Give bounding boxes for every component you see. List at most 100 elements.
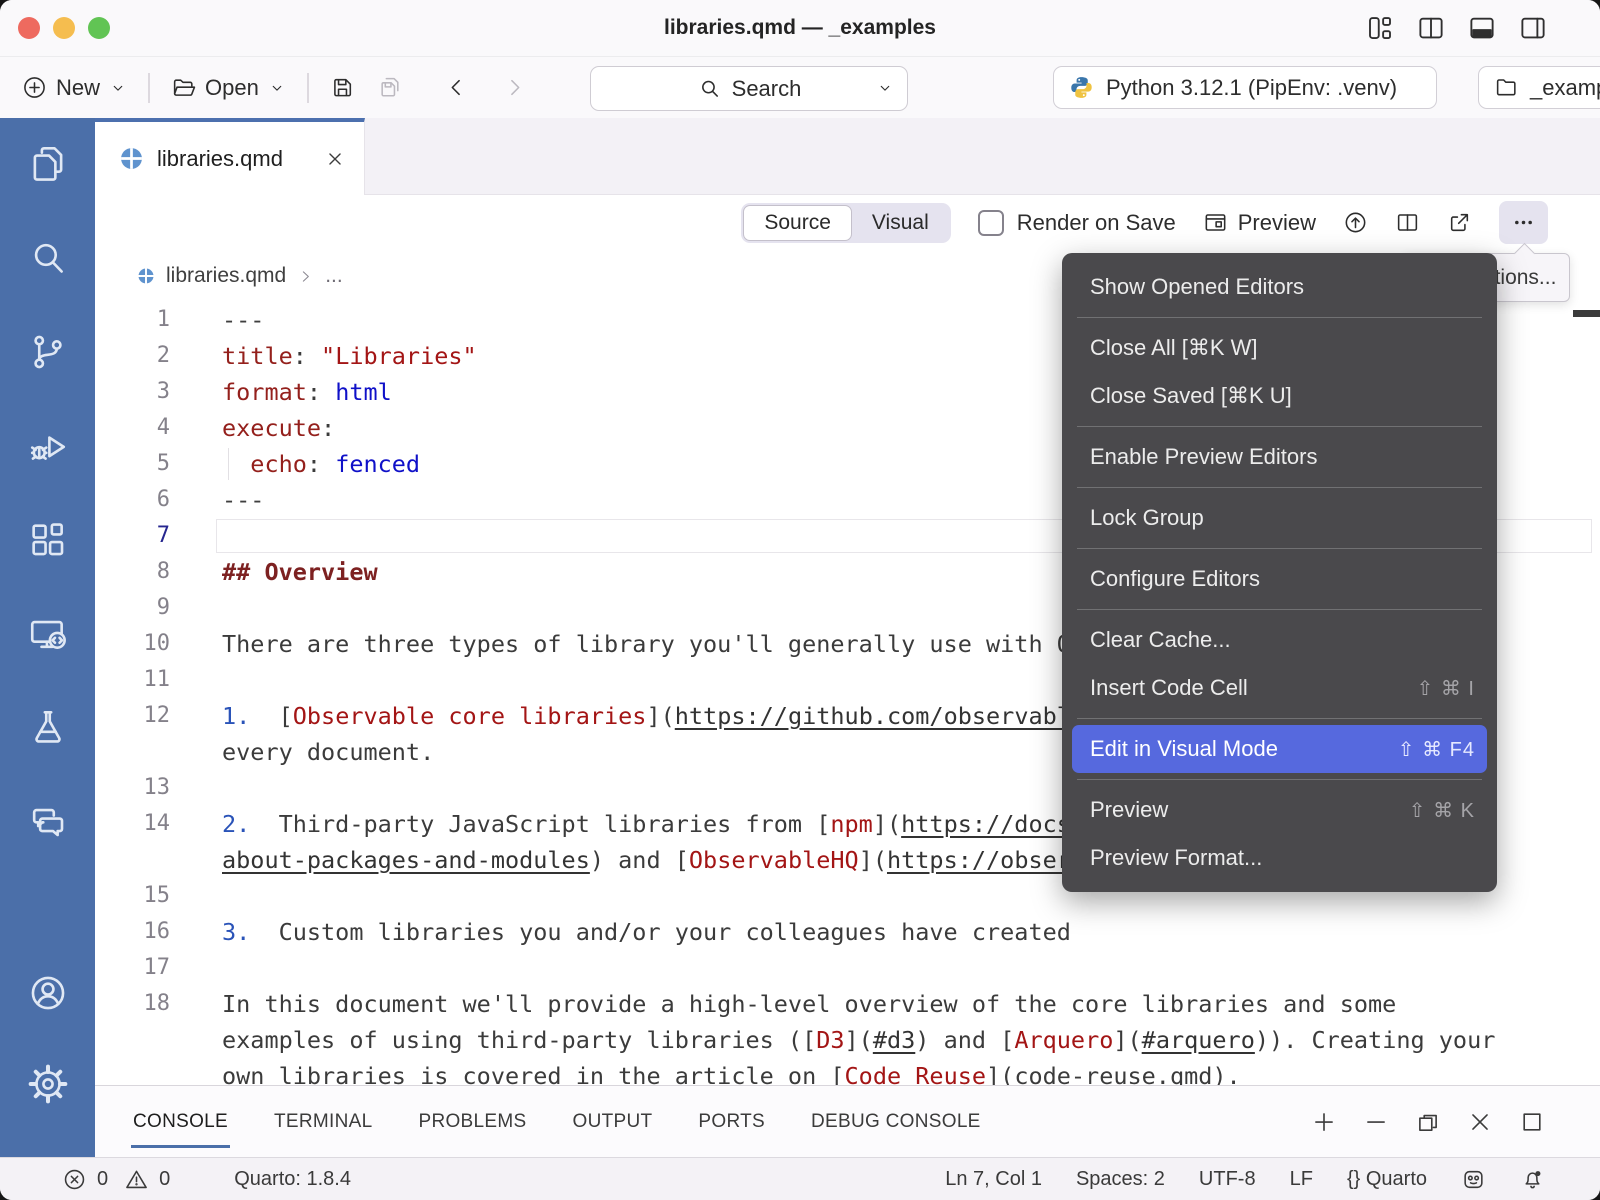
code-line[interactable]: examples of using third-party libraries … xyxy=(95,1022,1600,1058)
code-token: In this document we'll provide a high-le… xyxy=(222,990,1396,1018)
code-token: : xyxy=(307,378,335,406)
visual-mode-button[interactable]: Visual xyxy=(852,205,949,241)
menu-item-label: Close Saved [⌘K U] xyxy=(1090,383,1292,409)
error-icon[interactable] xyxy=(62,1167,87,1192)
line-number: 8 xyxy=(95,554,170,590)
menu-item[interactable]: Close All [⌘K W] xyxy=(1062,324,1497,372)
open-external-icon[interactable] xyxy=(1447,210,1472,235)
panel-tab-output[interactable]: OUTPUT xyxy=(572,1086,652,1157)
code-line[interactable]: 18In this document we'll provide a high-… xyxy=(95,986,1600,1022)
menu-item[interactable]: Insert Code Cell⇧ ⌘ I xyxy=(1062,664,1497,712)
code-line[interactable]: 163. Custom libraries you and/or your co… xyxy=(95,914,1600,950)
run-and-debug-icon[interactable] xyxy=(27,425,69,467)
code-token: code-reuse.qmd xyxy=(1014,1062,1212,1085)
menu-item[interactable]: Preview Format... xyxy=(1062,834,1497,882)
warning-count[interactable]: 0 xyxy=(159,1168,170,1191)
menu-item[interactable]: Edit in Visual Mode⇧ ⌘ F4 xyxy=(1072,725,1487,773)
code-token: : xyxy=(293,342,321,370)
split-editor-layout-icon[interactable] xyxy=(1416,13,1446,43)
source-control-icon[interactable] xyxy=(27,331,69,373)
plus-circle-icon xyxy=(22,75,47,100)
error-count[interactable]: 0 xyxy=(97,1168,108,1191)
minimize-panel-button[interactable] xyxy=(1363,1109,1389,1135)
panel-tab-debug-console[interactable]: DEBUG CONSOLE xyxy=(811,1086,981,1157)
cursor-position[interactable]: Ln 7, Col 1 xyxy=(945,1168,1042,1191)
code-line[interactable]: own libraries is covered in the article … xyxy=(95,1058,1600,1085)
comments-icon[interactable] xyxy=(27,801,69,843)
search-icon[interactable] xyxy=(27,237,69,279)
editor-tab-strip: libraries.qmd xyxy=(95,118,1600,195)
toolbar-divider xyxy=(307,73,309,103)
testing-flask-icon[interactable] xyxy=(27,707,69,749)
editor-tab-libraries[interactable]: libraries.qmd xyxy=(95,118,365,195)
explorer-icon[interactable] xyxy=(27,143,69,185)
menu-item[interactable]: Configure Editors xyxy=(1062,555,1497,603)
workspace-selector[interactable]: _examples xyxy=(1478,66,1600,109)
code-token: execute xyxy=(222,414,321,442)
publish-icon[interactable] xyxy=(1343,210,1368,235)
account-icon[interactable] xyxy=(27,972,69,1014)
toggle-secondary-sidebar-icon[interactable] xyxy=(1518,13,1548,43)
toggle-panel-icon[interactable] xyxy=(1467,13,1497,43)
panel-tab-terminal[interactable]: TERMINAL xyxy=(274,1086,372,1157)
menu-item-label: Enable Preview Editors xyxy=(1090,444,1317,470)
restore-panel-button[interactable] xyxy=(1415,1109,1441,1135)
search-input[interactable]: Search xyxy=(590,66,908,111)
toolbar-divider xyxy=(148,73,150,103)
sessions-icon[interactable] xyxy=(27,613,69,655)
menu-item[interactable]: Close Saved [⌘K U] xyxy=(1062,372,1497,420)
open-button-label: Open xyxy=(205,75,259,101)
code-line[interactable]: 17 xyxy=(95,950,1600,986)
breadcrumb-more[interactable]: ... xyxy=(325,264,343,288)
menu-item[interactable]: Enable Preview Editors xyxy=(1062,433,1497,481)
panel-tab-problems[interactable]: PROBLEMS xyxy=(418,1086,526,1157)
close-tab-icon[interactable] xyxy=(324,148,346,170)
save-icon[interactable] xyxy=(330,75,355,100)
search-label: Search xyxy=(732,76,802,102)
back-icon[interactable] xyxy=(444,75,469,100)
language-mode[interactable]: {} Quarto xyxy=(1347,1168,1427,1191)
close-panel-button[interactable] xyxy=(1467,1109,1493,1135)
menu-item-label: Preview Format... xyxy=(1090,845,1262,871)
panel-tab-console[interactable]: CONSOLE xyxy=(133,1086,228,1157)
menu-item[interactable]: Lock Group xyxy=(1062,494,1497,542)
source-mode-button[interactable]: Source xyxy=(743,205,852,241)
eol-sequence[interactable]: LF xyxy=(1290,1168,1313,1191)
code-token: own libraries is covered in the article … xyxy=(222,1062,845,1085)
overview-ruler-mark xyxy=(1573,310,1600,317)
warning-icon[interactable] xyxy=(124,1167,149,1192)
code-token: ]( xyxy=(859,846,887,874)
new-button[interactable]: New xyxy=(22,75,127,101)
new-console-button[interactable] xyxy=(1311,1109,1337,1135)
menu-item[interactable]: Preview⇧ ⌘ K xyxy=(1062,786,1497,834)
customize-layout-icon[interactable] xyxy=(1365,13,1395,43)
menu-item[interactable]: Clear Cache... xyxy=(1062,616,1497,664)
notifications-bell-icon[interactable] xyxy=(1520,1167,1545,1192)
quarto-version[interactable]: Quarto: 1.8.4 xyxy=(234,1168,351,1191)
line-number: 5 xyxy=(95,446,170,482)
indentation[interactable]: Spaces: 2 xyxy=(1076,1168,1165,1191)
settings-gear-icon[interactable] xyxy=(27,1063,69,1105)
window-title: libraries.qmd — _examples xyxy=(0,0,1600,56)
menu-item[interactable]: Show Opened Editors xyxy=(1062,263,1497,311)
render-on-save-checkbox[interactable] xyxy=(978,210,1004,236)
line-number: 10 xyxy=(95,626,170,662)
panel-tab-ports[interactable]: PORTS xyxy=(698,1086,765,1157)
extensions-icon[interactable] xyxy=(27,519,69,561)
code-token: ) and [ xyxy=(590,846,689,874)
feedback-smiley-icon[interactable] xyxy=(1461,1167,1486,1192)
breadcrumb-file[interactable]: libraries.qmd xyxy=(166,264,286,288)
folder-icon xyxy=(1494,75,1519,100)
preview-button[interactable]: Preview xyxy=(1203,210,1316,236)
split-editor-icon[interactable] xyxy=(1395,210,1420,235)
interpreter-selector[interactable]: Python 3.12.1 (PipEnv: .venv) xyxy=(1053,66,1437,109)
open-button[interactable]: Open xyxy=(171,75,286,101)
chevron-down-icon[interactable] xyxy=(876,79,894,97)
more-actions-button[interactable] xyxy=(1499,201,1548,244)
maximize-panel-button[interactable] xyxy=(1519,1109,1545,1135)
line-number: 12 xyxy=(95,698,170,734)
encoding[interactable]: UTF-8 xyxy=(1199,1168,1256,1191)
editor-action-bar: Source Visual Render on Save Preview xyxy=(95,195,1600,250)
save-all-icon xyxy=(378,75,403,100)
code-token: examples of using third-party libraries … xyxy=(222,1026,816,1054)
